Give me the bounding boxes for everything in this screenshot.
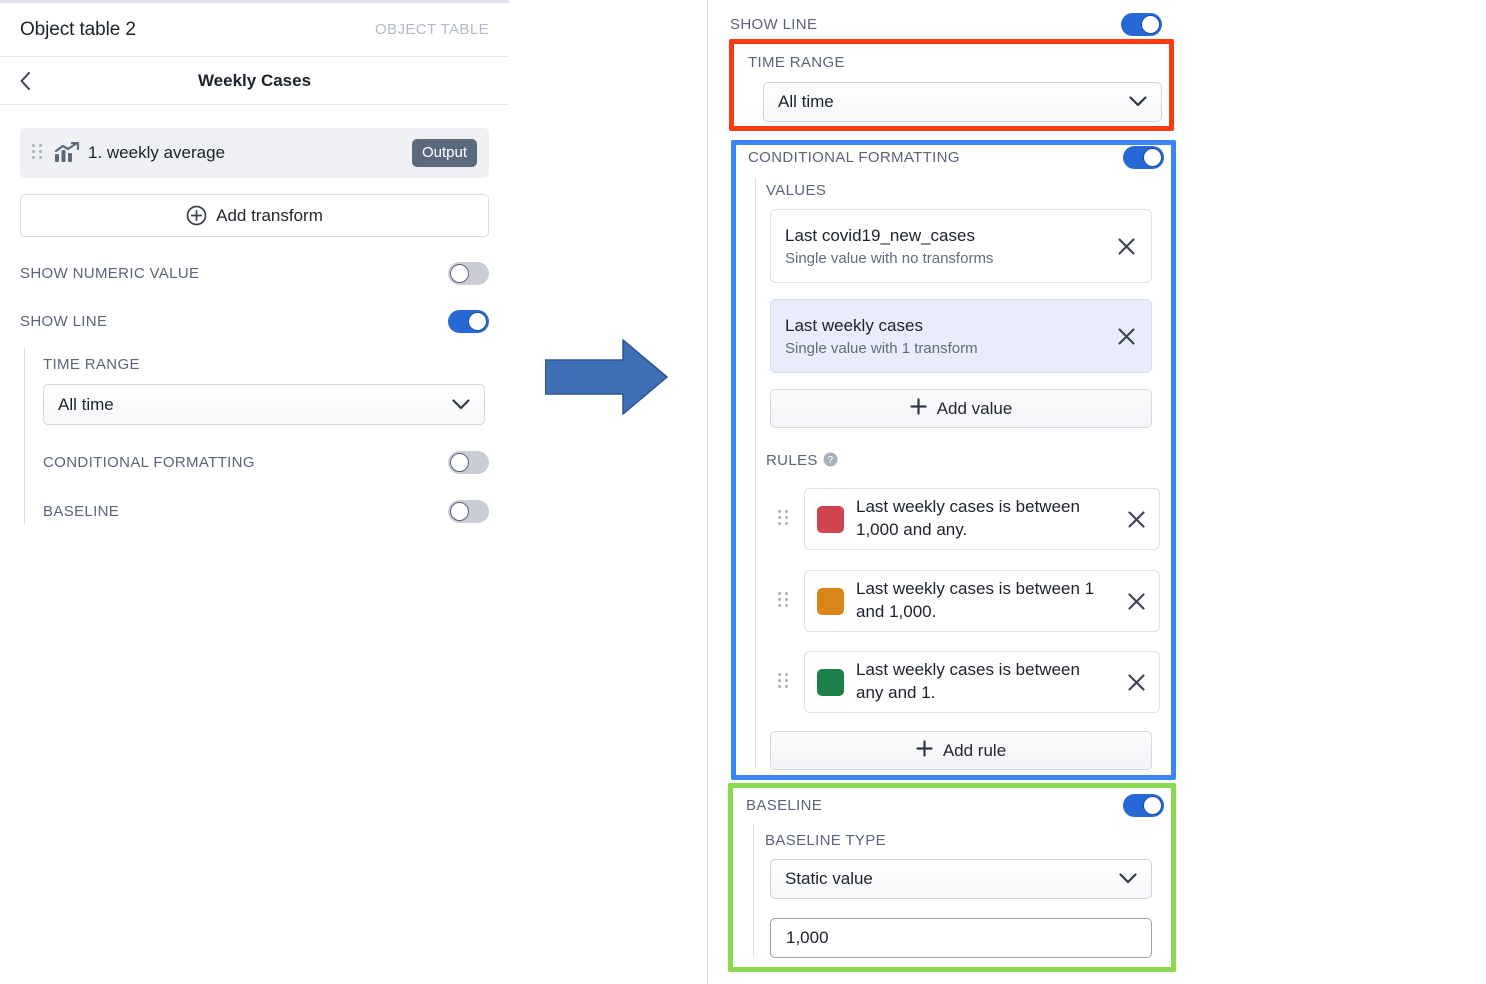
time-range-value: All time: [58, 394, 114, 414]
plus-icon: [916, 739, 933, 762]
show-line-label-right: SHOW LINE: [730, 15, 818, 33]
toggle-row-baseline-right[interactable]: BASELINE: [746, 792, 1164, 818]
back-chevron-icon[interactable]: [14, 70, 36, 92]
rule-text: Last weekly cases is between any and 1.: [856, 660, 1080, 702]
transform-list-item[interactable]: 1. weekly average Output: [20, 128, 489, 178]
add-value-label: Add value: [936, 398, 1013, 418]
chevron-down-icon: [1119, 869, 1137, 889]
baseline-label: BASELINE: [43, 502, 120, 520]
rule-color-swatch[interactable]: [817, 668, 844, 696]
right-arrow-icon: [544, 338, 669, 416]
indent-rail: [24, 348, 25, 524]
add-rule-button[interactable]: Add rule: [770, 731, 1152, 770]
output-badge[interactable]: Output: [411, 139, 477, 167]
remove-rule-icon[interactable]: [1125, 671, 1147, 693]
panel-header: Object table 2 OBJECT TABLE: [0, 3, 509, 57]
remove-rule-icon[interactable]: [1125, 508, 1147, 530]
add-transform-label: Add transform: [216, 205, 323, 225]
time-range-select[interactable]: All time: [43, 384, 485, 425]
remove-rule-icon[interactable]: [1125, 590, 1147, 612]
add-value-button[interactable]: Add value: [770, 389, 1152, 428]
baseline-label-right: BASELINE: [746, 796, 823, 814]
value-card-subtitle: Single value with 1 transform: [785, 339, 978, 357]
drag-handle-icon[interactable]: [778, 510, 790, 528]
help-icon[interactable]: ?: [823, 452, 838, 467]
baseline-value-text: 1,000: [786, 928, 829, 947]
toggle-row-conditional-formatting[interactable]: CONDITIONAL FORMATTING: [43, 447, 489, 477]
object-type-label: OBJECT TABLE: [374, 21, 489, 38]
rule-color-swatch[interactable]: [817, 505, 844, 533]
add-rule-label: Add rule: [942, 740, 1007, 760]
add-transform-button[interactable]: Add transform: [20, 194, 489, 237]
rule-color-swatch[interactable]: [817, 587, 844, 615]
conditional-formatting-toggle-right[interactable]: [1123, 145, 1164, 169]
baseline-type-label: BASELINE TYPE: [765, 832, 886, 849]
chart-line-up-icon: [54, 141, 80, 164]
value-card-title: Last weekly cases: [785, 315, 923, 335]
show-line-label: SHOW LINE: [20, 312, 108, 330]
section-title: Weekly Cases: [197, 71, 312, 90]
show-numeric-value-toggle[interactable]: [448, 261, 489, 285]
toggle-row-show-line-right[interactable]: SHOW LINE: [730, 10, 1162, 38]
value-card-title: Last covid19_new_cases: [785, 225, 975, 245]
time-range-value-right: All time: [778, 92, 834, 111]
baseline-type-select[interactable]: Static value: [770, 859, 1152, 899]
baseline-toggle-right[interactable]: [1123, 793, 1164, 817]
values-label: VALUES: [766, 182, 827, 199]
chevron-down-icon: [452, 395, 470, 415]
rule-text: Last weekly cases is between 1 and 1,000…: [856, 579, 1095, 621]
show-numeric-value-label: SHOW NUMERIC VALUE: [20, 264, 200, 282]
plus-icon: [910, 397, 927, 420]
time-range-label: TIME RANGE: [43, 356, 140, 373]
drag-handle-icon[interactable]: [778, 592, 790, 610]
rule-card[interactable]: Last weekly cases is between 1,000 and a…: [804, 488, 1160, 550]
remove-value-icon[interactable]: [1115, 235, 1137, 257]
toggle-row-conditional-formatting-right[interactable]: CONDITIONAL FORMATTING: [748, 144, 1164, 170]
plus-circle-icon: [186, 205, 207, 226]
indent-rail-baseline: [753, 824, 754, 957]
left-settings-panel: Object table 2 OBJECT TABLE Weekly Cases…: [0, 0, 509, 984]
value-card[interactable]: Last covid19_new_cases Single value with…: [770, 209, 1152, 283]
rule-row[interactable]: Last weekly cases is between 1 and 1,000…: [770, 570, 1160, 632]
baseline-type-value: Static value: [785, 869, 873, 888]
chevron-down-icon: [1129, 92, 1147, 112]
svg-text:?: ?: [827, 455, 833, 466]
drag-handle-icon[interactable]: [778, 673, 790, 691]
rule-row[interactable]: Last weekly cases is between 1,000 and a…: [770, 488, 1160, 550]
value-card[interactable]: Last weekly cases Single value with 1 tr…: [770, 299, 1152, 373]
rule-card[interactable]: Last weekly cases is between 1 and 1,000…: [804, 570, 1160, 632]
conditional-formatting-label-right: CONDITIONAL FORMATTING: [748, 148, 960, 166]
indent-rail-conditional: [755, 178, 756, 768]
value-card-subtitle: Single value with no transforms: [785, 249, 994, 267]
rules-label: RULES?: [766, 452, 838, 469]
conditional-formatting-toggle[interactable]: [448, 450, 489, 474]
show-line-toggle-right[interactable]: [1121, 12, 1162, 36]
transform-label: 1. weekly average: [88, 143, 226, 162]
right-settings-panel: SHOW LINE TIME RANGE All time CONDITIONA…: [708, 0, 1486, 984]
time-range-select-right[interactable]: All time: [763, 82, 1162, 122]
baseline-toggle[interactable]: [448, 499, 489, 523]
toggle-row-baseline[interactable]: BASELINE: [43, 496, 489, 526]
drag-handle-icon[interactable]: [32, 144, 44, 162]
baseline-value-input[interactable]: 1,000: [770, 918, 1152, 958]
rule-text: Last weekly cases is between 1,000 and a…: [856, 497, 1080, 539]
rule-row[interactable]: Last weekly cases is between any and 1.: [770, 651, 1160, 713]
page-title: Object table 2: [20, 18, 136, 40]
show-line-toggle[interactable]: [448, 309, 489, 333]
toggle-row-show-numeric-value[interactable]: SHOW NUMERIC VALUE: [20, 258, 489, 288]
remove-value-icon[interactable]: [1115, 325, 1137, 347]
panel-subheader: Weekly Cases: [0, 58, 509, 105]
conditional-formatting-label: CONDITIONAL FORMATTING: [43, 453, 255, 471]
time-range-label-right: TIME RANGE: [748, 54, 845, 71]
toggle-row-show-line[interactable]: SHOW LINE: [20, 306, 489, 336]
rule-card[interactable]: Last weekly cases is between any and 1.: [804, 651, 1160, 713]
